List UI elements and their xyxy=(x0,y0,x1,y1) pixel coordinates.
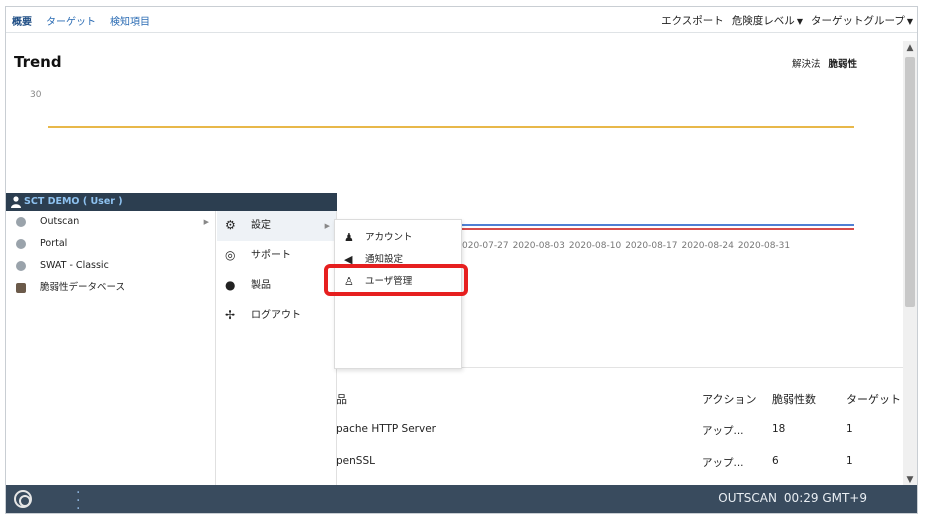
table-row[interactable]: penSSL アップ... 6 1 xyxy=(336,455,904,487)
menu-item-swat[interactable]: SWAT - Classic xyxy=(6,255,215,277)
table-row[interactable]: pache HTTP Server アップ... 18 1 xyxy=(336,423,904,455)
menu-item-label: 脆弱性データベース xyxy=(40,282,126,293)
cell-product: penSSL xyxy=(336,455,375,467)
menu-item-products[interactable]: ● 製品 xyxy=(217,271,336,301)
vertical-scrollbar[interactable]: ▲ ▼ xyxy=(903,41,917,487)
chat-icon: ● xyxy=(225,278,236,292)
cell-action: アップ... xyxy=(702,457,744,469)
col-targets[interactable]: ターゲット xyxy=(846,391,901,407)
x-tick-label: 2020-08-03 xyxy=(512,241,565,251)
status-bar: · · · OUTSCAN 00:29 GMT+9 xyxy=(6,485,917,513)
kebab-menu-icon[interactable]: · · · xyxy=(76,486,80,513)
menu-item-label: SWAT - Classic xyxy=(40,260,109,271)
account-icon: ♟ xyxy=(344,231,354,244)
portal-icon xyxy=(16,239,26,249)
menu-item-settings[interactable]: ⚙ 設定 ▶ xyxy=(217,211,336,241)
menu-item-label: 製品 xyxy=(251,280,271,291)
cell-targets: 1 xyxy=(846,423,853,435)
chevron-right-icon: ▶ xyxy=(324,222,330,230)
x-tick-label: 2020-08-10 xyxy=(568,241,622,251)
cell-product: pache HTTP Server xyxy=(336,423,436,435)
cell-targets: 1 xyxy=(846,455,853,467)
menu-item-label: Outscan xyxy=(40,216,80,227)
menu-item-label: 設定 xyxy=(251,220,271,231)
col-product[interactable]: 品 xyxy=(336,391,347,407)
user-name: SCT DEMO ( User ) xyxy=(24,196,123,207)
outscan-logo-icon[interactable] xyxy=(14,490,32,508)
x-tick-label: 2020-08-31 xyxy=(737,241,791,251)
x-tick-label: 2020-08-17 xyxy=(625,241,678,251)
menu-item-label: ログアウト xyxy=(251,310,301,321)
scroll-up-icon[interactable]: ▲ xyxy=(903,43,917,53)
gear-icon: ⚙ xyxy=(225,218,236,232)
chevron-right-icon: ▶ xyxy=(203,218,209,226)
cell-vulns: 6 xyxy=(772,455,779,467)
menu-item-label: アカウント xyxy=(365,232,413,243)
user-menu-header[interactable]: SCT DEMO ( User ) xyxy=(6,193,337,211)
user-menu-level2: ⚙ 設定 ▶ ◎ サポート ● 製品 ✢ ログアウト xyxy=(217,211,337,487)
scrollbar-thumb[interactable] xyxy=(905,57,915,307)
app-window: 概要 ターゲット 検知項目 エクスポート 危険度レベル ▼ ターゲットグループ ▼ … xyxy=(5,6,918,514)
menu-item-account[interactable]: ♟ アカウント xyxy=(335,228,461,248)
cell-action: アップ... xyxy=(702,425,744,437)
logout-icon: ✢ xyxy=(225,308,236,322)
user-icon xyxy=(11,196,21,208)
product-name: OUTSCAN xyxy=(718,491,777,505)
cell-vulns: 18 xyxy=(772,423,786,435)
outscan-icon xyxy=(16,217,26,227)
x-axis-labels: 020-07-27 2020-08-03 2020-08-10 2020-08-… xyxy=(462,241,790,251)
menu-item-portal[interactable]: Portal xyxy=(6,233,215,255)
menu-item-vuln-db[interactable]: 脆弱性データベース xyxy=(6,277,215,299)
x-tick-label: 020-07-27 xyxy=(462,241,509,251)
menu-item-label: サポート xyxy=(251,250,291,261)
x-tick-label: 2020-08-24 xyxy=(681,241,734,251)
highlight-box xyxy=(324,264,468,296)
user-menu-level1: Outscan ▶ Portal SWAT - Classic 脆弱性データベー… xyxy=(6,211,216,487)
col-action[interactable]: アクション xyxy=(702,391,756,407)
menu-item-support[interactable]: ◎ サポート xyxy=(217,241,336,271)
swat-icon xyxy=(16,261,26,271)
clock: 00:29 GMT+9 xyxy=(783,491,867,505)
scroll-down-icon[interactable]: ▼ xyxy=(903,475,917,485)
support-icon: ◎ xyxy=(225,248,236,262)
menu-item-label: Portal xyxy=(40,238,68,249)
table-header: 品 アクション 脆弱性数 ターゲット xyxy=(336,391,904,423)
bug-icon xyxy=(16,283,26,293)
col-vulns[interactable]: 脆弱性数 xyxy=(772,391,816,407)
menu-item-outscan[interactable]: Outscan ▶ xyxy=(6,211,215,233)
products-table: 品 アクション 脆弱性数 ターゲット pache HTTP Server アップ… xyxy=(336,391,904,487)
menu-item-logout[interactable]: ✢ ログアウト xyxy=(217,301,336,331)
